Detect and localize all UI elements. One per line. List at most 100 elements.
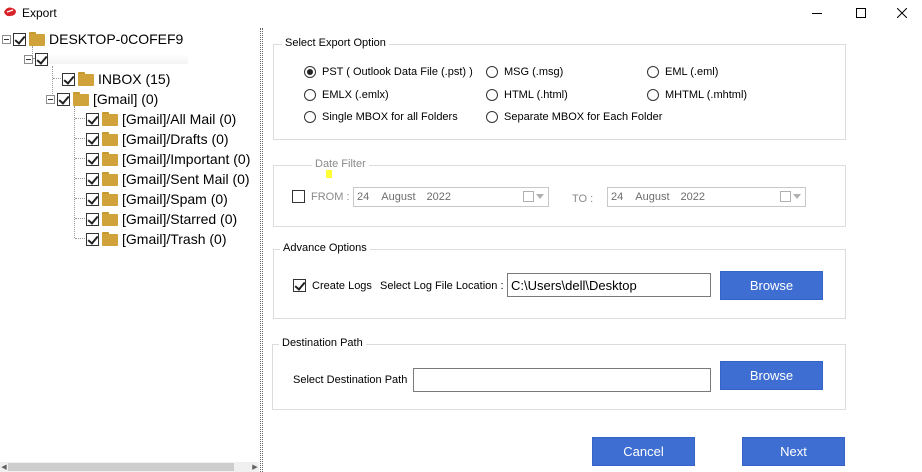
folder-icon: [102, 132, 118, 146]
tree-node-trash[interactable]: [Gmail]/Trash (0): [86, 230, 227, 248]
radio-separate-mbox[interactable]: Separate MBOX for Each Folder: [486, 111, 662, 123]
from-date-picker[interactable]: 24 August 2022: [353, 187, 549, 207]
account-label-obscured: [48, 54, 188, 64]
radio-label: PST ( Outlook Data File (.pst) ): [322, 66, 473, 78]
radio-mhtml[interactable]: MHTML (.mhtml): [647, 89, 747, 101]
to-month: August: [635, 191, 670, 203]
title-bar: Export: [0, 0, 922, 26]
radio-single-mbox[interactable]: Single MBOX for all Folders: [304, 111, 458, 123]
to-year: 2022: [680, 191, 705, 203]
date-filter-checkbox[interactable]: [292, 190, 305, 203]
create-logs-checkbox[interactable]: [293, 279, 306, 292]
minimize-button[interactable]: [794, 0, 840, 26]
create-logs-option[interactable]: Create Logs: [293, 279, 372, 292]
folder-checkbox[interactable]: [86, 212, 99, 226]
folder-checkbox[interactable]: [86, 232, 99, 246]
chevron-down-icon: [793, 194, 801, 199]
tree-node-label: INBOX (15): [98, 71, 171, 87]
collapse-icon[interactable]: [46, 94, 55, 104]
maximize-icon: [856, 8, 866, 18]
tree-node-account[interactable]: [24, 50, 188, 68]
date-filter-toggle[interactable]: FROM :: [292, 190, 350, 203]
radio-label: HTML (.html): [504, 89, 568, 101]
folder-icon: [78, 72, 94, 86]
tree-node-all-mail[interactable]: [Gmail]/All Mail (0): [86, 110, 236, 128]
tree-node-spam[interactable]: [Gmail]/Spam (0): [86, 190, 228, 208]
folder-icon: [102, 172, 118, 186]
to-date-picker[interactable]: 24 August 2022: [607, 187, 806, 207]
radio-button[interactable]: [486, 66, 498, 78]
minimize-icon: [812, 13, 822, 14]
folder-icon: [102, 112, 118, 126]
tree-node-sent-mail[interactable]: [Gmail]/Sent Mail (0): [86, 170, 250, 188]
date-dropdown[interactable]: [780, 191, 801, 202]
account-checkbox[interactable]: [35, 52, 48, 66]
folder-checkbox[interactable]: [57, 92, 70, 106]
folder-checkbox[interactable]: [86, 152, 99, 166]
destination-browse-button[interactable]: Browse: [720, 361, 823, 390]
radio-label: Separate MBOX for Each Folder: [504, 111, 663, 123]
tree-node-label: [Gmail]/Drafts (0): [122, 131, 229, 147]
collapse-icon[interactable]: [24, 54, 33, 64]
radio-eml[interactable]: EML (.eml): [647, 66, 718, 78]
folder-checkbox[interactable]: [86, 112, 99, 126]
radio-label: MHTML (.mhtml): [665, 89, 748, 101]
tree-node-important[interactable]: [Gmail]/Important (0): [86, 150, 250, 168]
radio-button[interactable]: [304, 111, 316, 123]
tree-line: [75, 218, 85, 219]
radio-button[interactable]: [304, 89, 316, 101]
folder-checkbox[interactable]: [86, 132, 99, 146]
panel-splitter[interactable]: [260, 28, 263, 472]
tree-line: [75, 158, 85, 159]
date-dropdown[interactable]: [523, 191, 544, 202]
close-button[interactable]: [882, 0, 922, 26]
collapse-icon[interactable]: [2, 34, 11, 44]
scrollbar-thumb[interactable]: [8, 463, 234, 471]
folder-icon: [102, 152, 118, 166]
radio-emlx[interactable]: EMLX (.emlx): [304, 89, 389, 101]
radio-msg[interactable]: MSG (.msg): [486, 66, 563, 78]
group-title: Date Filter: [312, 158, 369, 170]
radio-html[interactable]: HTML (.html): [486, 89, 568, 101]
tree-line: [75, 118, 85, 119]
group-title: Destination Path: [279, 337, 366, 349]
radio-button[interactable]: [304, 66, 316, 78]
folder-checkbox[interactable]: [86, 172, 99, 186]
radio-pst[interactable]: PST ( Outlook Data File (.pst) ): [304, 66, 473, 78]
destination-label: Select Destination Path: [293, 374, 408, 386]
scroll-right-icon[interactable]: ▶: [251, 462, 259, 472]
maximize-button[interactable]: [838, 0, 884, 26]
folder-tree[interactable]: DESKTOP-0COFEF9 INBOX (15) [Gmail] (0) […: [0, 26, 260, 466]
from-day: 24: [357, 191, 370, 203]
tree-node-inbox[interactable]: INBOX (15): [62, 70, 170, 88]
calendar-icon: [523, 191, 534, 202]
next-button[interactable]: Next: [742, 437, 845, 466]
group-title: Select Export Option: [282, 37, 389, 49]
tree-node-starred[interactable]: [Gmail]/Starred (0): [86, 210, 237, 228]
tree-horizontal-scrollbar[interactable]: ◀ ▶: [0, 462, 259, 472]
radio-button[interactable]: [486, 111, 498, 123]
radio-button[interactable]: [647, 89, 659, 101]
root-checkbox[interactable]: [13, 32, 26, 46]
radio-button[interactable]: [486, 89, 498, 101]
folder-checkbox[interactable]: [86, 192, 99, 206]
destination-input[interactable]: [413, 368, 711, 392]
scroll-left-icon[interactable]: ◀: [0, 462, 8, 472]
folder-checkbox[interactable]: [62, 72, 75, 86]
log-location-input[interactable]: C:\Users\dell\Desktop: [507, 273, 711, 297]
to-day: 24: [611, 191, 624, 203]
radio-button[interactable]: [647, 66, 659, 78]
tree-node-drafts[interactable]: [Gmail]/Drafts (0): [86, 130, 229, 148]
radio-label: Single MBOX for all Folders: [322, 111, 458, 123]
tree-node-gmail[interactable]: [Gmail] (0): [46, 90, 158, 108]
tree-node-root[interactable]: DESKTOP-0COFEF9: [2, 30, 183, 48]
cancel-button[interactable]: Cancel: [592, 437, 695, 466]
tree-line: [75, 238, 85, 239]
create-logs-label: Create Logs: [312, 279, 372, 292]
log-browse-button[interactable]: Browse: [720, 271, 823, 300]
folder-icon: [73, 92, 89, 106]
radio-label: EMLX (.emlx): [322, 89, 389, 101]
tree-node-label: [Gmail]/Trash (0): [122, 231, 227, 247]
from-month: August: [381, 191, 416, 203]
app-logo-icon: [4, 7, 16, 17]
